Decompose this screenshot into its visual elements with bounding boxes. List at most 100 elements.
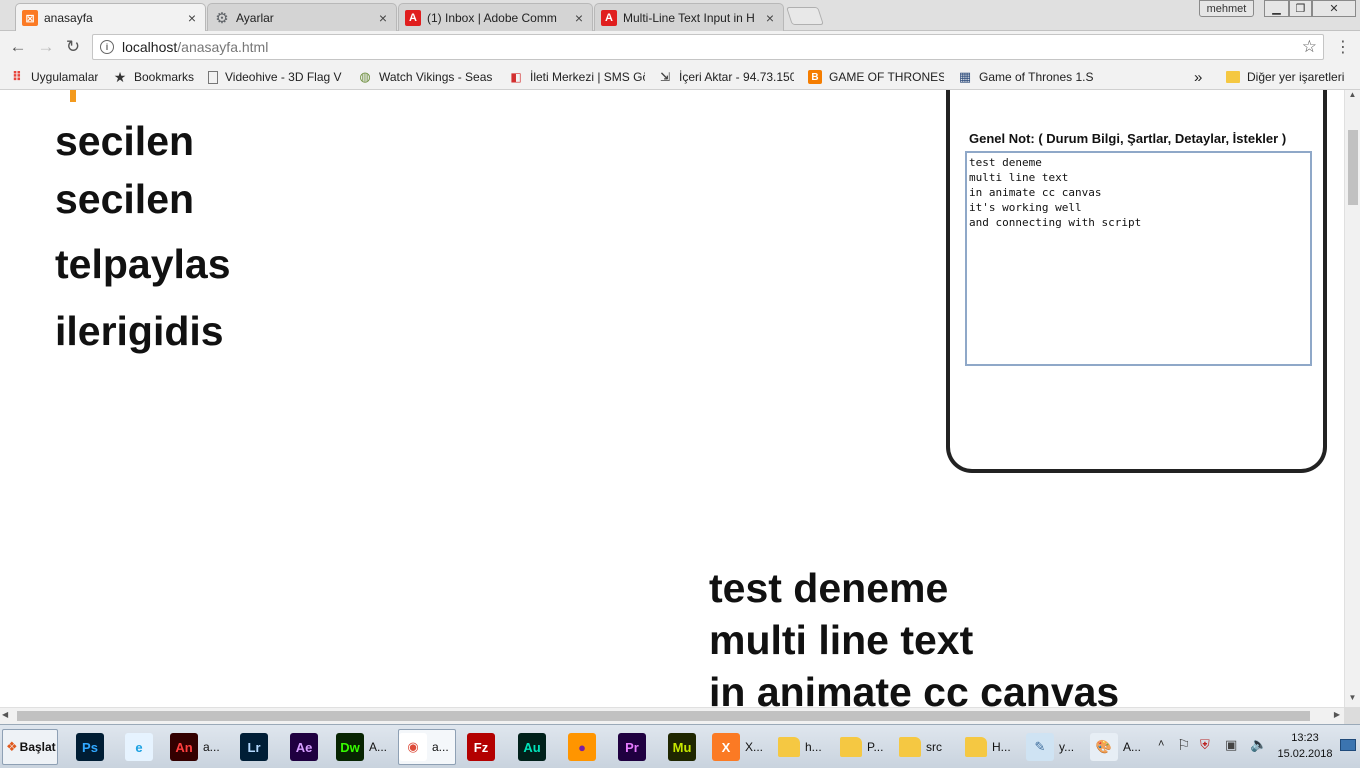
clock-time: 13:23 <box>1291 732 1319 744</box>
taskbar-item-label: A... <box>369 740 388 754</box>
word-telpaylas: telpaylas <box>55 241 231 287</box>
general-note-textarea[interactable] <box>965 151 1312 366</box>
url-path: /anasayfa.html <box>177 39 269 55</box>
tray-expand-icon[interactable]: ˄ <box>1158 738 1164 750</box>
apps-grid-icon: ⠿ <box>11 69 23 84</box>
bookmark-label: Game of Thrones 1.Se <box>979 70 1094 84</box>
taskbar-item[interactable]: Dw A... <box>336 729 393 765</box>
new-tab-button[interactable] <box>786 7 824 25</box>
taskbar-item[interactable]: ✎ y... <box>1026 729 1083 765</box>
scroll-right-arrow[interactable]: ▶ <box>1334 710 1340 719</box>
taskbar-item[interactable]: ● <box>568 729 600 765</box>
partial-word-bottom: ... <box>55 680 90 707</box>
horizontal-scrollbar[interactable]: ◀ ▶ <box>0 707 1344 724</box>
star-bookmark-icon[interactable]: ☆ <box>1302 37 1317 57</box>
restore-button[interactable]: ❐ <box>1289 0 1312 17</box>
output-line-2: multi line text <box>709 617 974 663</box>
taskbar-item[interactable]: Lr <box>240 729 273 765</box>
close-icon[interactable]: × <box>572 10 586 26</box>
taskbar-item[interactable]: src <box>899 729 956 765</box>
scroll-up-arrow[interactable]: ▲ <box>1345 90 1360 104</box>
horizontal-scroll-thumb[interactable] <box>17 711 1310 721</box>
tab-anasayfa[interactable]: ⊠ anasayfa × <box>15 3 206 32</box>
taskbar-item-label: X... <box>745 740 764 754</box>
taskbar-item[interactable]: Mu <box>668 729 700 765</box>
bookmark-vikings[interactable]: ◍ Watch Vikings - Seas <box>358 68 494 86</box>
taskbar-item-label: y... <box>1059 740 1075 754</box>
taskbar-item[interactable]: Fz <box>467 729 500 765</box>
page-icon <box>208 70 218 84</box>
scroll-left-arrow[interactable]: ◀ <box>2 710 8 719</box>
bookmark-got-blog[interactable]: B GAME OF THRONES ( <box>808 68 944 86</box>
security-icon[interactable]: ⛨ <box>1200 737 1210 753</box>
bookmark-ileti-merkezi[interactable]: ◧ İleti Merkezi | SMS Gö <box>509 68 645 86</box>
start-button[interactable]: ❖ Başlat <box>2 729 58 765</box>
paint-icon: 🎨 <box>1090 733 1118 761</box>
taskbar-item-label: A... <box>1123 740 1142 754</box>
taskbar-item-label: src <box>926 740 942 754</box>
taskbar-item[interactable]: 🎨 A... <box>1090 729 1147 765</box>
close-icon[interactable]: × <box>376 10 390 26</box>
taskbar-item[interactable]: An a... <box>170 729 228 765</box>
reload-button[interactable]: ↻ <box>63 37 83 57</box>
bookmark-label: Watch Vikings - Seas <box>379 70 493 84</box>
clock-date: 15.02.2018 <box>1277 748 1333 760</box>
bookmark-bookmarks[interactable]: ★ Bookmarks <box>113 68 194 86</box>
bookmark-apps[interactable]: ⠿ Uygulamalar <box>10 68 98 86</box>
close-icon[interactable]: × <box>185 10 199 26</box>
globe-icon: ◍ <box>359 69 371 84</box>
taskbar-item-label: P... <box>867 740 884 754</box>
minimize-button[interactable]: ▁ <box>1264 0 1289 17</box>
orange-marker <box>70 90 76 102</box>
taskbar-item[interactable]: Pr <box>618 729 650 765</box>
menu-icon[interactable]: ⋮ <box>1333 37 1353 57</box>
user-profile-button[interactable]: mehmet <box>1199 0 1254 17</box>
tab-label: Ayarlar <box>236 10 274 25</box>
taskbar-item[interactable]: Au <box>518 729 550 765</box>
clock[interactable]: 13:23 15.02.2018 <box>1274 730 1336 762</box>
back-button[interactable]: ← <box>8 37 28 57</box>
windows-logo-icon: ❖ <box>6 739 18 754</box>
close-icon[interactable]: × <box>763 10 777 26</box>
folder-icon <box>840 737 862 757</box>
close-window-button[interactable]: ✕ <box>1312 0 1356 17</box>
notepad-icon: ✎ <box>1026 733 1054 761</box>
folder-icon <box>1226 71 1240 83</box>
bookmarks-overflow-button[interactable]: » <box>1194 68 1202 86</box>
tab-ayarlar[interactable]: ⚙ Ayarlar × <box>207 3 397 31</box>
vertical-scrollbar[interactable]: ▲ ▼ <box>1344 90 1360 707</box>
action-center-flag-icon[interactable]: ⚐ <box>1177 736 1190 754</box>
taskbar-item[interactable]: e <box>125 729 157 765</box>
taskbar-item[interactable]: H... <box>965 729 1022 765</box>
vertical-scroll-thumb[interactable] <box>1348 130 1358 205</box>
bookmark-videohive[interactable]: Videohive - 3D Flag V <box>208 68 344 86</box>
taskbar-item[interactable]: X X... <box>712 729 770 765</box>
tab-adobe-inbox[interactable]: A (1) Inbox | Adobe Comm × <box>398 3 593 31</box>
tab-multiline-text[interactable]: A Multi-Line Text Input in H × <box>594 3 784 31</box>
bookmark-label: Uygulamalar <box>31 70 99 84</box>
show-desktop-button[interactable] <box>1340 739 1356 751</box>
bookmark-iceri-aktar[interactable]: ⇲ İçeri Aktar - 94.73.150 <box>658 68 794 86</box>
taskbar-item[interactable]: Ae <box>290 729 322 765</box>
dreamweaver-icon: Dw <box>336 733 364 761</box>
lightroom-icon: Lr <box>240 733 268 761</box>
network-icon[interactable]: ▣ <box>1225 737 1237 753</box>
taskbar-item-label: a... <box>203 740 220 754</box>
bookmark-label: Bookmarks <box>134 70 195 84</box>
taskbar-item[interactable]: h... <box>778 729 833 765</box>
forward-button[interactable]: → <box>36 37 56 57</box>
bookmark-got-film[interactable]: ▦ Game of Thrones 1.Se <box>958 68 1094 86</box>
scroll-down-arrow[interactable]: ▼ <box>1345 693 1360 707</box>
film-icon: ▦ <box>958 69 972 84</box>
volume-icon[interactable]: 🔈 <box>1250 736 1267 753</box>
taskbar-item[interactable]: P... <box>840 729 896 765</box>
taskbar-item[interactable]: Ps <box>76 729 106 765</box>
taskbar-item[interactable]: ◉ a... <box>398 729 456 765</box>
animate-icon: An <box>170 733 198 761</box>
bookmark-other[interactable]: Diğer yer işaretleri <box>1226 68 1344 86</box>
note-panel: Genel Not: ( Durum Bilgi, Şartlar, Detay… <box>946 90 1327 473</box>
address-bar[interactable]: i localhost/anasayfa.html ☆ <box>92 34 1324 60</box>
premiere-icon: Pr <box>618 733 646 761</box>
word-ilerigidis: ilerigidis <box>55 308 224 354</box>
info-icon[interactable]: i <box>100 40 114 54</box>
